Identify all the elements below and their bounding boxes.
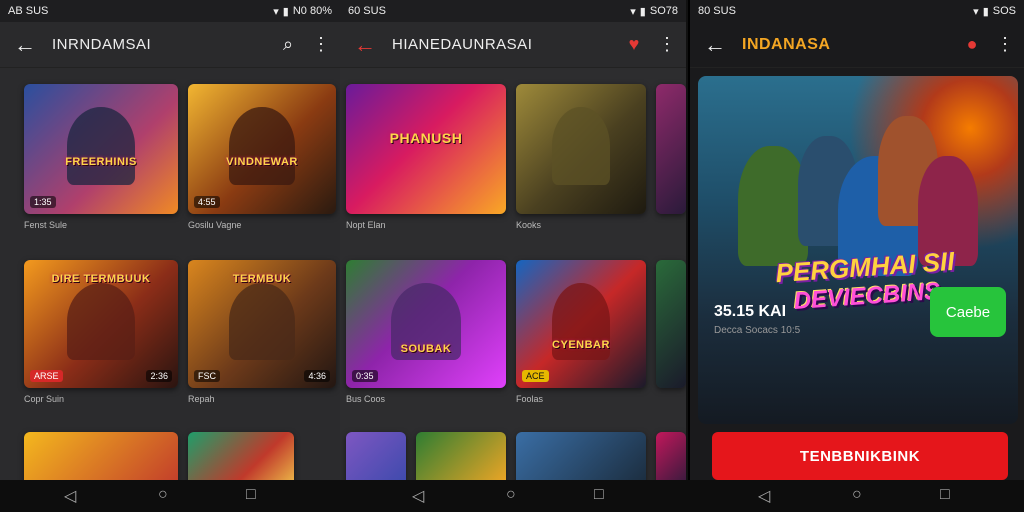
game-tile[interactable] <box>188 432 294 480</box>
app-bar: ← INRNDAMSAI ⌕ ⋮ <box>0 22 340 68</box>
tile-badge: 1:35 <box>30 196 56 208</box>
screen-game-detail: 80 SUS ▾ ▮ SOS ← INDANASA ● ⋮ PERGMHAI S… <box>688 0 1024 480</box>
app-bar: ← HIANEDAUNRASAI ♥ ⋮ <box>340 22 686 68</box>
game-tile[interactable] <box>656 432 686 480</box>
tile-caption: Repah <box>188 394 215 404</box>
nav-back-icon[interactable]: ◁ <box>64 486 76 506</box>
status-bar: AB SUS ▾ ▮ N0 80% <box>0 0 340 22</box>
status-battery: N0 80% <box>292 5 332 17</box>
tile-badge: ACE <box>522 370 549 382</box>
status-bar: 80 SUS ▾ ▮ SOS <box>690 0 1024 22</box>
overflow-menu-icon[interactable]: ⋮ <box>996 34 1014 55</box>
get-button[interactable]: Caebe <box>930 287 1006 337</box>
tile-logo: SOUBAK <box>400 343 452 356</box>
primary-action-button[interactable]: TENBBNIKBINK <box>712 432 1008 480</box>
back-arrow-icon[interactable]: ← <box>14 32 38 58</box>
tile-logo: FREERHINIS <box>65 155 137 168</box>
wifi-icon: ▾ <box>273 5 279 18</box>
status-battery: SOS <box>992 5 1016 17</box>
game-tile[interactable]: DIRE TERMBUUK ARSE 2:36 <box>24 260 178 388</box>
status-time: 80 SUS <box>698 5 736 17</box>
page-title: INRNDAMSAI <box>52 36 152 53</box>
game-tile[interactable] <box>516 84 646 214</box>
game-banner[interactable]: PERGMHAI SII DEVIECBINS <box>698 76 1018 424</box>
status-time: AB SUS <box>8 5 49 17</box>
tile-logo: TERMBUK <box>232 272 292 285</box>
status-time: 60 SUS <box>348 5 386 17</box>
game-tile[interactable]: VINDNEWAR 4:55 <box>188 84 336 214</box>
wifi-icon: ▾ <box>630 5 636 18</box>
tile-logo: DIRE TERMBUUK <box>51 272 151 285</box>
nav-recents-icon[interactable]: □ <box>246 486 256 504</box>
tile-caption: Fenst Sule <box>24 220 68 230</box>
tile-caption: Nopt Elan <box>346 220 386 230</box>
game-tile[interactable] <box>346 432 406 480</box>
back-arrow-icon[interactable]: ← <box>704 32 728 58</box>
overflow-menu-icon[interactable]: ⋮ <box>312 34 330 55</box>
subtitle-text: Decca Socacs 10:5 <box>714 325 801 336</box>
tile-badge: FSC <box>194 370 220 382</box>
tile-badge: ARSE <box>30 370 63 382</box>
system-nav-bar: ◁ ○ □ ◁ ○ □ ◁ ○ □ <box>0 480 1024 512</box>
page-title: HIANEDAUNRASAI <box>392 36 533 53</box>
search-icon[interactable]: ⌕ <box>278 34 298 55</box>
tile-logo: CYENBAR <box>552 339 610 352</box>
game-tile[interactable]: PHANUSH <box>346 84 506 214</box>
game-tile[interactable]: TERMBUK FSC 4:36 <box>188 260 336 388</box>
game-tile[interactable]: CYENBAR ACE <box>516 260 646 388</box>
price-label: 35.15 KAI <box>714 303 787 320</box>
game-tile[interactable]: FREERHINIS 1:35 <box>24 84 178 214</box>
tile-caption: Bus Coos <box>346 394 386 404</box>
tile-badge: 4:55 <box>194 196 220 208</box>
tile-badge: 2:36 <box>146 370 172 382</box>
signal-icon: ▮ <box>282 5 289 18</box>
game-tile[interactable] <box>24 432 178 480</box>
nav-home-icon[interactable]: ○ <box>852 486 862 504</box>
game-tile[interactable] <box>516 432 646 480</box>
overflow-menu-icon[interactable]: ⋮ <box>658 34 676 55</box>
tile-logo: VINDNEWAR <box>226 155 298 168</box>
screen-game-list-1: AB SUS ▾ ▮ N0 80% ← INRNDAMSAI ⌕ ⋮ FREER… <box>0 0 340 480</box>
tile-caption: Copr Suin <box>24 394 65 404</box>
pin-icon[interactable]: ● <box>962 34 982 55</box>
heart-icon[interactable]: ♥ <box>624 34 644 55</box>
back-arrow-icon[interactable]: ← <box>354 32 378 58</box>
nav-back-icon[interactable]: ◁ <box>412 486 424 506</box>
wifi-icon: ▾ <box>973 5 979 18</box>
status-battery: SO78 <box>649 5 678 17</box>
nav-recents-icon[interactable]: □ <box>594 486 604 504</box>
tile-logo: PHANUSH <box>389 129 463 146</box>
tile-caption: Kooks <box>516 220 542 230</box>
game-tile[interactable]: SOUBAK 0:35 <box>346 260 506 388</box>
nav-home-icon[interactable]: ○ <box>506 486 516 504</box>
tile-caption: Foolas <box>516 394 544 404</box>
screen-game-list-2: 60 SUS ▾ ▮ SO78 ← HIANEDAUNRASAI ♥ ⋮ PHA… <box>340 0 686 480</box>
nav-back-icon[interactable]: ◁ <box>758 486 770 506</box>
nav-recents-icon[interactable]: □ <box>940 486 950 504</box>
game-tile[interactable] <box>656 260 686 388</box>
tile-caption: Gosilu Vagne <box>188 220 242 230</box>
app-bar: ← INDANASA ● ⋮ <box>690 22 1024 68</box>
signal-icon: ▮ <box>982 5 989 18</box>
tile-badge: 0:35 <box>352 370 378 382</box>
tile-badge: 4:36 <box>304 370 330 382</box>
signal-icon: ▮ <box>639 5 646 18</box>
game-tile[interactable] <box>656 84 686 214</box>
page-title: INDANASA <box>742 35 831 53</box>
nav-home-icon[interactable]: ○ <box>158 486 168 504</box>
status-bar: 60 SUS ▾ ▮ SO78 <box>340 0 686 22</box>
game-tile[interactable] <box>416 432 506 480</box>
